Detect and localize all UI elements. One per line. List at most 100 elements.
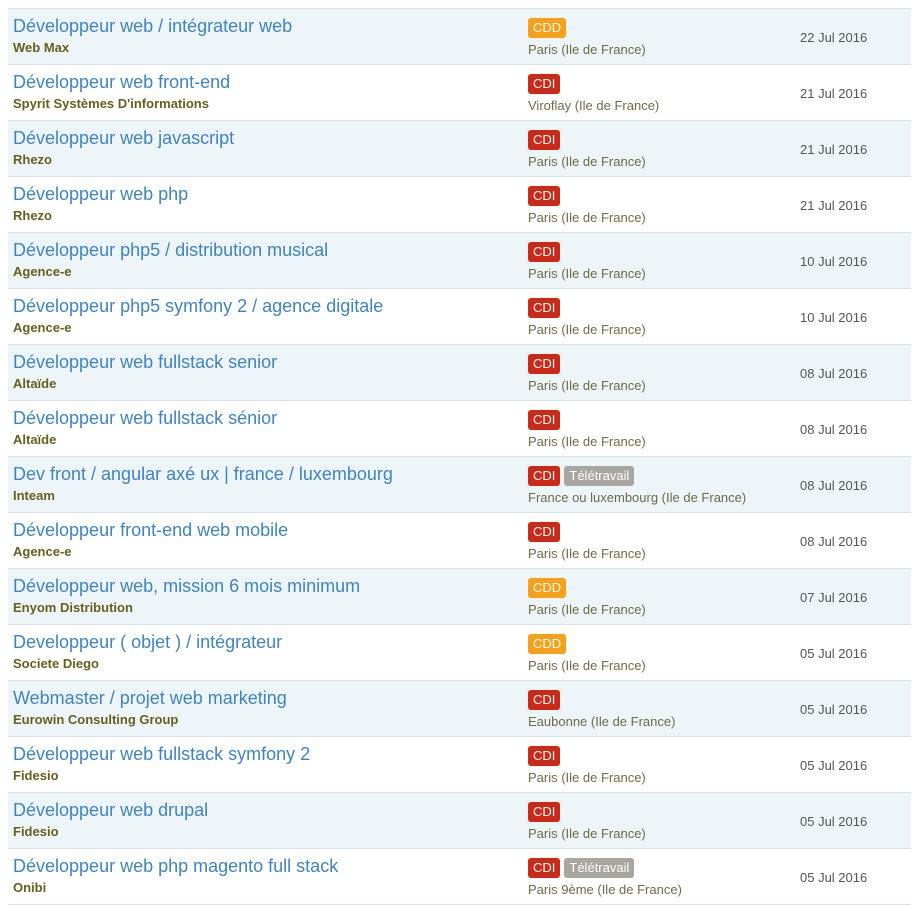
job-title-link[interactable]: Développeur php5 / distribution musical [13,240,328,261]
job-title-link[interactable]: Développeur php5 symfony 2 / agence digi… [13,296,383,317]
job-location: Paris (Ile de France) [528,770,646,785]
company-name: Onibi [13,880,47,895]
job-title-link[interactable]: Développeur web drupal [13,800,208,821]
job-location: France ou luxembourg (Ile de France) [528,490,747,505]
posted-date: 10 Jul 2016 [800,310,868,325]
job-location: Eaubonne (Ile de France) [528,714,676,729]
contract-badge: CDI [528,130,561,150]
badge-group: CDD [528,578,567,598]
contract-badge: CDI [528,74,561,94]
badge-group: CDI [528,690,561,710]
badge-group: CDI [528,298,561,318]
job-row: Developpeur ( objet ) / intégrateur Soci… [8,625,911,681]
job-row: Développeur web drupal Fidesio CDI Paris… [8,793,911,849]
contract-badge: CDI [528,298,561,318]
job-location: Paris (Ile de France) [528,378,646,393]
posted-date: 08 Jul 2016 [800,534,868,549]
job-row: Dev front / angular axé ux | france / lu… [8,457,911,513]
posted-date: 10 Jul 2016 [800,254,868,269]
posted-date: 05 Jul 2016 [800,814,868,829]
badge-group: CDI [528,746,561,766]
posted-date: 21 Jul 2016 [800,142,868,157]
company-name: Agence-e [13,320,72,335]
posted-date: 07 Jul 2016 [800,590,868,605]
contract-badge: CDI [528,354,561,374]
job-location: Paris (Ile de France) [528,434,646,449]
badge-group: CDI [528,354,561,374]
contract-badge: CDD [528,634,567,654]
job-location: Paris (Ile de France) [528,658,646,673]
posted-date: 08 Jul 2016 [800,366,868,381]
job-location: Paris (Ile de France) [528,210,646,225]
badge-group: CDI Télétravail [528,466,635,486]
job-title-link[interactable]: Développeur web php [13,184,188,205]
job-location: Paris (Ile de France) [528,154,646,169]
job-title-link[interactable]: Développeur web javascript [13,128,234,149]
job-location: Viroflay (Ile de France) [528,98,660,113]
contract-badge: CDD [528,578,567,598]
job-row: Développeur web fullstack sénior Altaïde… [8,401,911,457]
company-name: Fidesio [13,824,59,839]
posted-date: 05 Jul 2016 [800,702,868,717]
badge-group: CDI [528,130,561,150]
company-name: Inteam [13,488,55,503]
job-listing-table: Développeur web / intégrateur web Web Ma… [8,8,911,905]
job-location: Paris (Ile de France) [528,826,646,841]
posted-date: 21 Jul 2016 [800,86,868,101]
posted-date: 08 Jul 2016 [800,478,868,493]
job-location: Paris (Ile de France) [528,266,646,281]
contract-badge: CDI [528,466,561,486]
badge-group: CDI [528,802,561,822]
job-title-link[interactable]: Développeur web php magento full stack [13,856,338,877]
posted-date: 08 Jul 2016 [800,422,868,437]
contract-badge: CDI [528,522,561,542]
job-location: Paris (Ile de France) [528,322,646,337]
contract-badge: CDI [528,186,561,206]
badge-group: CDI [528,242,561,262]
company-name: Rhezo [13,152,52,167]
job-title-link[interactable]: Développeur web front-end [13,72,230,93]
job-title-link[interactable]: Développeur web fullstack sénior [13,408,277,429]
company-name: Societe Diego [13,656,99,671]
company-name: Altaïde [13,432,57,447]
job-row: Développeur php5 / distribution musical … [8,233,911,289]
job-location: Paris (Ile de France) [528,546,646,561]
job-title-link[interactable]: Developpeur ( objet ) / intégrateur [13,632,282,653]
job-row: Développeur php5 symfony 2 / agence digi… [8,289,911,345]
company-name: Rhezo [13,208,52,223]
badge-group: CDI Télétravail [528,858,635,878]
job-row: Développeur web front-end Spyrit Système… [8,65,911,121]
job-row: Développeur web fullstack senior Altaïde… [8,345,911,401]
contract-badge: CDD [528,18,567,38]
job-row: Développeur web / intégrateur web Web Ma… [8,9,911,65]
job-title-link[interactable]: Dev front / angular axé ux | france / lu… [13,464,393,485]
job-title-link[interactable]: Développeur web fullstack senior [13,352,277,373]
job-title-link[interactable]: Webmaster / projet web marketing [13,688,287,709]
contract-badge: CDI [528,858,561,878]
job-row: Développeur web, mission 6 mois minimum … [8,569,911,625]
badge-group: CDI [528,74,561,94]
posted-date: 05 Jul 2016 [800,758,868,773]
job-location: Paris 9ème (Ile de France) [528,882,682,897]
badge-group: CDI [528,410,561,430]
company-name: Enyom Distribution [13,600,133,615]
job-row: Développeur front-end web mobile Agence-… [8,513,911,569]
posted-date: 05 Jul 2016 [800,646,868,661]
company-name: Agence-e [13,264,72,279]
job-title-link[interactable]: Développeur web / intégrateur web [13,16,292,37]
job-title-link[interactable]: Développeur front-end web mobile [13,520,288,541]
company-name: Fidesio [13,768,59,783]
job-row: Webmaster / projet web marketing Eurowin… [8,681,911,737]
job-location: Paris (Ile de France) [528,42,646,57]
badge-group: CDI [528,522,561,542]
job-row: Développeur web php magento full stack O… [8,849,911,905]
job-title-link[interactable]: Développeur web fullstack symfony 2 [13,744,310,765]
company-name: Eurowin Consulting Group [13,712,179,727]
badge-group: CDD [528,18,567,38]
job-row: Développeur web fullstack symfony 2 Fide… [8,737,911,793]
contract-badge: CDI [528,746,561,766]
job-title-link[interactable]: Développeur web, mission 6 mois minimum [13,576,360,597]
remote-badge: Télétravail [564,858,635,878]
contract-badge: CDI [528,242,561,262]
badge-group: CDI [528,186,561,206]
